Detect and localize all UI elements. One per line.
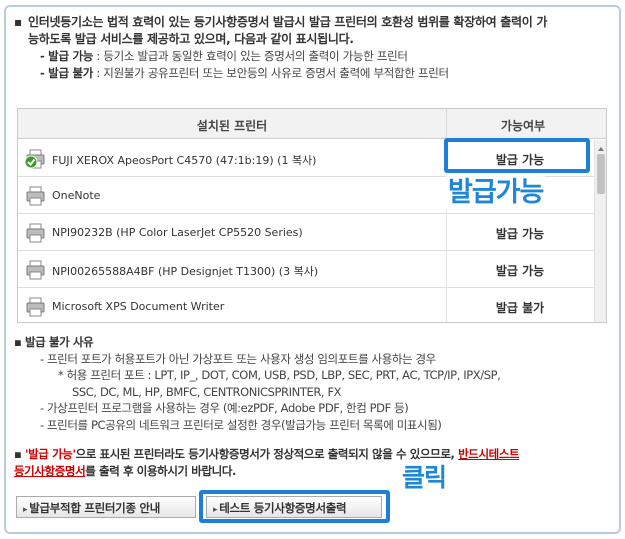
col-header-printer: 설치된 프린터	[196, 119, 268, 133]
printer-icon	[24, 296, 46, 318]
test-print-warning: ▪ '발급 가능'으로 표시된 프린터라도 등기사항증명서가 정상적으로 출력되…	[14, 446, 614, 480]
printer-icon	[24, 185, 46, 207]
available-label: - 발급 가능	[40, 49, 93, 63]
table-row[interactable]: Microsoft XPS Document Writer 발급 불가	[18, 288, 594, 322]
row-divider	[446, 251, 447, 288]
warning-red-3: 등기사항증명서	[14, 464, 86, 478]
available-highlight-box	[444, 138, 590, 173]
table-row[interactable]: NPI90232B (HP Color LaserJet CP5520 Seri…	[18, 214, 594, 251]
col-header-status: 가능여부	[500, 119, 546, 133]
unavailable-text: : 지원불가 공유프린터 또는 보안등의 사유로 증명서 출력에 부적합한 프린…	[93, 66, 449, 80]
intro-section: ▪ 인터넷등기소는 법적 효력이 있는 등기사항증명서 발급시 발급 프린터의 …	[14, 14, 614, 82]
reason-line: - 가상프린터 프로그램을 사용하는 경우 (예:ezPDF, Adobe PD…	[40, 401, 409, 415]
intro-available-def: - 발급 가능 : 등기소 발급과 동일한 효력이 있는 증명서의 출력이 가능…	[40, 48, 614, 65]
warning-red-1: '발급 가능'	[25, 447, 76, 461]
printer-status: 발급 가능	[495, 264, 545, 278]
reason-line: - 프린터 포트가 허용포트가 아닌 가상포트 또는 사용자 생성 임의포트를 …	[40, 351, 436, 366]
intro-bullet: ▪	[14, 15, 22, 29]
intro-line-2: 능하도록 발급 서비스를 제공하고 있으며, 다음과 같이 표시됩니다.	[28, 32, 354, 46]
unsupported-printer-guide-button[interactable]: ▸ 발급부적합 프린터기종 안내	[16, 496, 196, 518]
printer-name: OneNote	[52, 189, 101, 202]
header-divider	[446, 109, 447, 139]
available-callout: 발급가능	[446, 176, 546, 210]
reason-line: - 프린터를 PC공유의 네트워크 프린터로 설정한 경우(발급가능 프린터 목…	[40, 417, 442, 432]
printer-icon	[24, 222, 46, 244]
intro-unavailable-def: - 발급 불가 : 지원불가 공유프린터 또는 보안등의 사유로 증명서 출력에…	[40, 65, 614, 82]
arrow-right-icon: ▸	[23, 505, 28, 515]
guide-button-label: 발급부적합 프린터기종 안내	[29, 501, 160, 515]
warning-bullet: ▪	[14, 447, 25, 461]
unavailable-reasons: ▪ 발급 불가 사유 - 프린터 포트가 허용포트가 아닌 가상포트 또는 사용…	[14, 334, 614, 433]
row-divider	[446, 288, 447, 322]
scroll-thumb[interactable]	[597, 154, 605, 194]
warning-text-2: 를 출력 후 이용하시기 바랍니다.	[85, 464, 236, 478]
unavailable-label: - 발급 불가	[40, 66, 93, 80]
reason-line: SSC, DC, ML, HP, BMFC, CENTRONICSPRINTER…	[72, 384, 342, 399]
printer-name: FUJI XEROX ApeosPort C4570 (47:1b:19) (1…	[52, 154, 317, 167]
printer-selected-icon	[24, 148, 46, 170]
click-callout: 클릭	[402, 463, 447, 492]
intro-line-1: 인터넷등기소는 법적 효력이 있는 등기사항증명서 발급시 발급 프린터의 호환…	[28, 15, 548, 29]
table-scrollbar[interactable]	[594, 140, 606, 322]
printer-icon	[24, 259, 46, 281]
printer-name: Microsoft XPS Document Writer	[52, 300, 225, 313]
warning-text-1: 으로 표시된 프린터라도 등기사항증명서가 정상적으로 출력되지 않을 수 있으…	[75, 447, 459, 461]
printer-status: 발급 가능	[495, 227, 545, 241]
table-row[interactable]: NPI00265588A4BF (HP Designjet T1300) (3 …	[18, 251, 594, 288]
row-divider	[446, 214, 447, 251]
click-highlight-box	[199, 490, 390, 523]
warning-red-2: 반드시테스트	[458, 447, 520, 461]
available-text: : 등기소 발급과 동일한 효력이 있는 증명서의 출력이 가능한 프린터	[93, 49, 408, 63]
printer-table-header: 설치된 프린터 가능여부	[18, 109, 606, 139]
reasons-heading: ▪ 발급 불가 사유	[14, 335, 94, 349]
reason-line: * 허용 프린터 포트 : LPT, IP_, DOT, COM, USB, P…	[58, 368, 501, 382]
scroll-up-arrow-icon[interactable]	[595, 140, 606, 152]
printer-name: NPI00265588A4BF (HP Designjet T1300) (3 …	[52, 265, 319, 278]
printer-name: NPI90232B (HP Color LaserJet CP5520 Seri…	[52, 226, 303, 239]
printer-status: 발급 불가	[495, 301, 545, 315]
